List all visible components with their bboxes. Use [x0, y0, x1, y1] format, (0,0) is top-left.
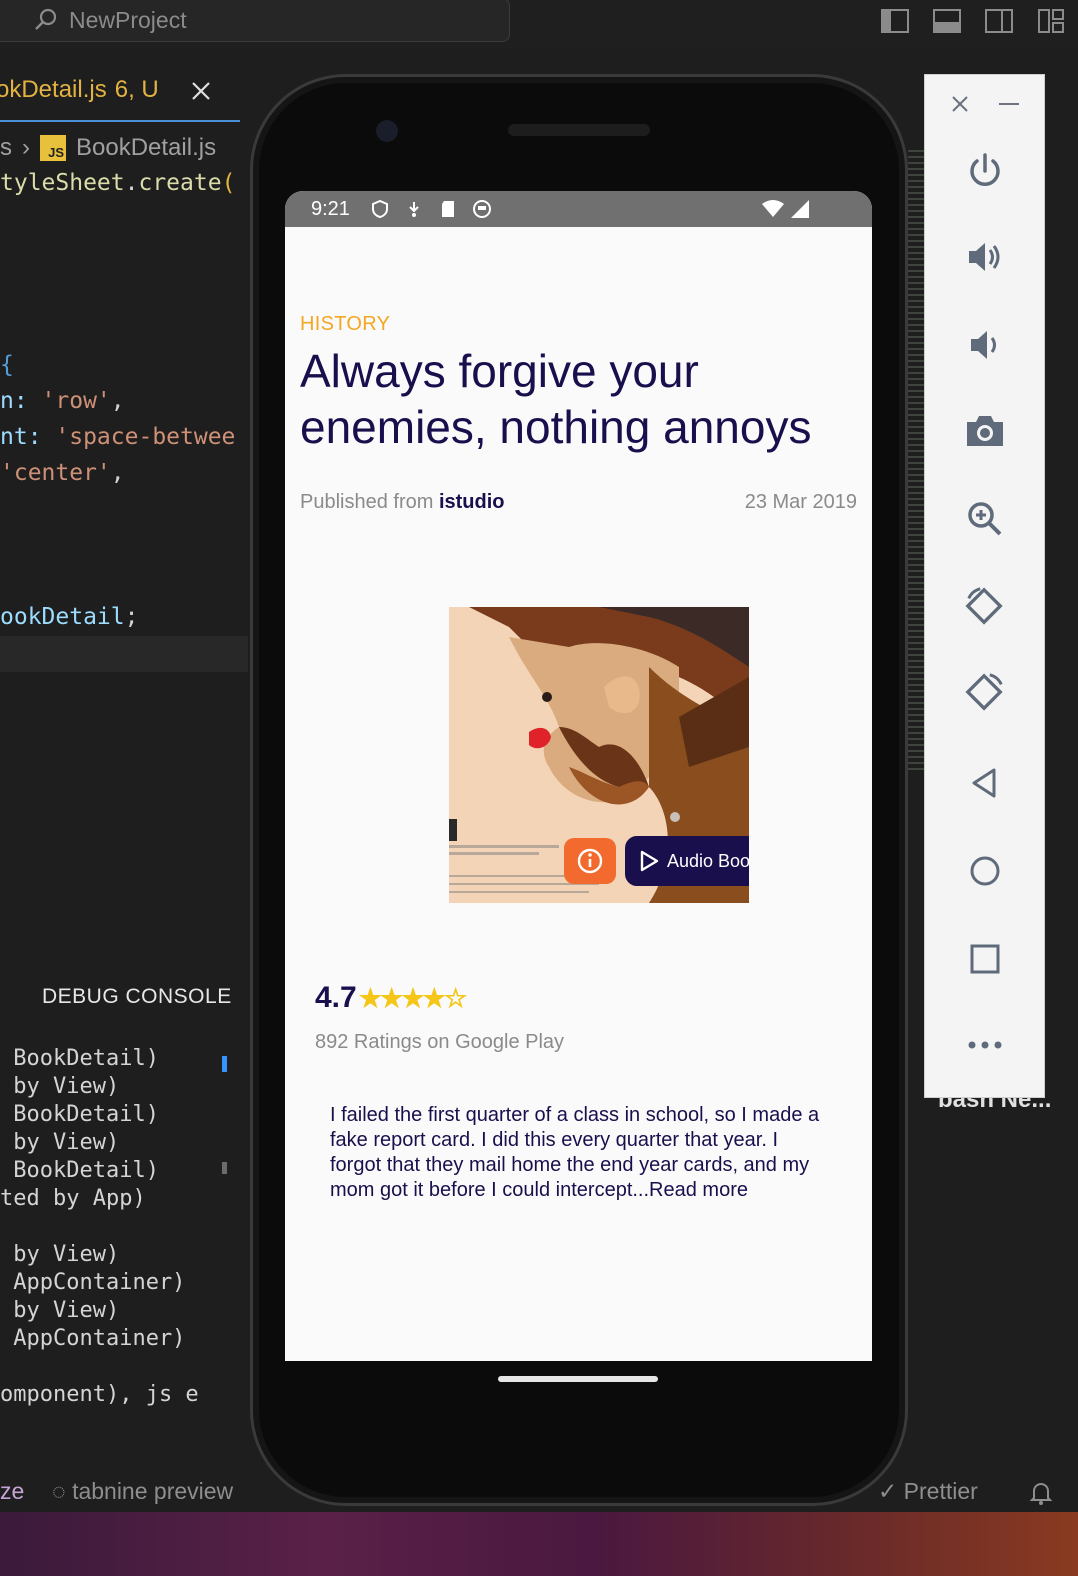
info-icon [577, 848, 603, 874]
console-line: AppContainer) [0, 1270, 186, 1295]
tab-filename: okDetail.js [0, 76, 107, 103]
panel-title[interactable]: DEBUG CONSOLE [42, 985, 232, 1009]
rotate-left-icon[interactable] [963, 585, 1007, 629]
console-line: ted by App) [0, 1186, 146, 1211]
info-button[interactable] [564, 838, 616, 884]
front-camera [376, 120, 398, 142]
rotate-right-icon[interactable] [963, 671, 1007, 715]
rating-summary: 4.7 ★★★★☆ [315, 981, 468, 1015]
toggle-panel-icon[interactable] [932, 6, 962, 36]
overview-icon[interactable] [963, 937, 1007, 981]
cell-signal-icon [790, 199, 810, 225]
review-text[interactable]: I failed the first quarter of a class in… [330, 1103, 830, 1203]
search-icon [35, 8, 57, 30]
console-line: AppContainer) [0, 1326, 186, 1351]
tabnine-status[interactable]: ◌ tabnine preview [52, 1478, 233, 1505]
publisher-line: Published from istudio [300, 491, 505, 514]
js-file-icon: JS [40, 135, 66, 161]
code-token: ( [221, 170, 236, 196]
rating-value: 4.7 [315, 981, 357, 1014]
publish-date: 23 Mar 2019 [744, 491, 857, 513]
current-line-highlight [0, 636, 248, 672]
console-line: by View) [0, 1242, 120, 1267]
console-line: by View) [0, 1130, 120, 1155]
code-token: create [138, 170, 222, 196]
toggle-secondary-sidebar-icon[interactable] [984, 6, 1014, 36]
code-token: tyleSheet [0, 170, 125, 196]
sd-card-icon [438, 199, 458, 219]
code-token: 'center' [0, 460, 111, 486]
breadcrumb-folder[interactable]: s [0, 134, 12, 162]
prettier-status[interactable]: ✓ Prettier [878, 1478, 978, 1505]
search-text: NewProject [69, 6, 187, 33]
earpiece-speaker [508, 124, 650, 136]
emulator-toolbar [924, 74, 1045, 1098]
status-time: 9:21 [311, 197, 350, 220]
download-icon [404, 199, 424, 219]
volume-down-icon[interactable] [963, 323, 1007, 367]
zoom-icon[interactable] [963, 497, 1007, 541]
toggle-primary-sidebar-icon[interactable] [880, 6, 910, 36]
close-icon[interactable] [949, 93, 971, 115]
book-cover-image[interactable]: Audio Book [449, 607, 749, 903]
console-line: BookDetail) [0, 1158, 159, 1183]
code-token: , [110, 388, 125, 414]
chevron-right-icon: › [22, 134, 30, 161]
published-prefix: Published from [300, 491, 439, 513]
code-token: . [124, 170, 139, 196]
tabnine-label: tabnine preview [72, 1478, 234, 1504]
customize-layout-icon[interactable] [1036, 6, 1066, 36]
audio-book-button[interactable]: Audio Book [625, 836, 749, 886]
book-title: Always forgive your enemies, nothing ann… [300, 345, 812, 453]
camera-icon[interactable] [963, 409, 1007, 453]
breadcrumb-file[interactable]: BookDetail.js [76, 134, 216, 162]
notifications-bell-icon[interactable] [1028, 1480, 1054, 1506]
console-line: omponent), js e [0, 1382, 199, 1407]
code-token: , [110, 460, 125, 486]
star-rating: ★★★★☆ [358, 982, 468, 1013]
code-token: 'row' [41, 388, 111, 414]
tab-label[interactable]: okDetail.js 6, U [0, 76, 159, 104]
command-center-search[interactable]: NewProject [0, 0, 510, 42]
phone-screen[interactable]: 9:21 HISTORY Always forgive your enemies… [285, 191, 872, 1361]
shield-icon [370, 199, 390, 219]
status-item[interactable]: ze [0, 1478, 24, 1505]
code-token: nt: [0, 424, 56, 450]
back-icon[interactable] [963, 761, 1007, 805]
publisher-name[interactable]: istudio [439, 491, 505, 513]
scrollbar-marker [222, 1162, 227, 1174]
gesture-home-bar[interactable] [498, 1376, 658, 1382]
home-icon[interactable] [963, 849, 1007, 893]
console-line: by View) [0, 1074, 120, 1099]
desktop-wallpaper [0, 1512, 1078, 1576]
code-token: ; [124, 604, 139, 630]
play-icon [640, 850, 659, 872]
code-token: 'space-betwee [55, 424, 236, 450]
console-line: by View) [0, 1298, 120, 1323]
emulator-icon [472, 199, 492, 219]
close-icon[interactable] [188, 78, 214, 104]
more-icon[interactable] [963, 1023, 1007, 1067]
code-token: ookDetail [0, 604, 125, 630]
layout-controls [880, 6, 1066, 36]
code-token: { [0, 352, 14, 378]
code-token: n: [0, 388, 42, 414]
tab-status: 6, U [114, 76, 159, 103]
wifi-icon [762, 199, 784, 225]
prettier-label: Prettier [903, 1478, 978, 1504]
android-status-bar: 9:21 [285, 191, 872, 227]
rating-count: 892 Ratings on Google Play [315, 1031, 565, 1053]
minimize-icon[interactable] [999, 103, 1019, 105]
breadcrumb: s › JS BookDetail.js [0, 134, 216, 162]
volume-up-icon[interactable] [963, 235, 1007, 279]
power-icon[interactable] [963, 149, 1007, 193]
console-line: BookDetail) [0, 1046, 159, 1071]
scrollbar-marker [222, 1056, 227, 1072]
audio-book-label: Audio Book [667, 850, 749, 871]
console-line: BookDetail) [0, 1102, 159, 1127]
book-category: HISTORY [300, 313, 391, 335]
